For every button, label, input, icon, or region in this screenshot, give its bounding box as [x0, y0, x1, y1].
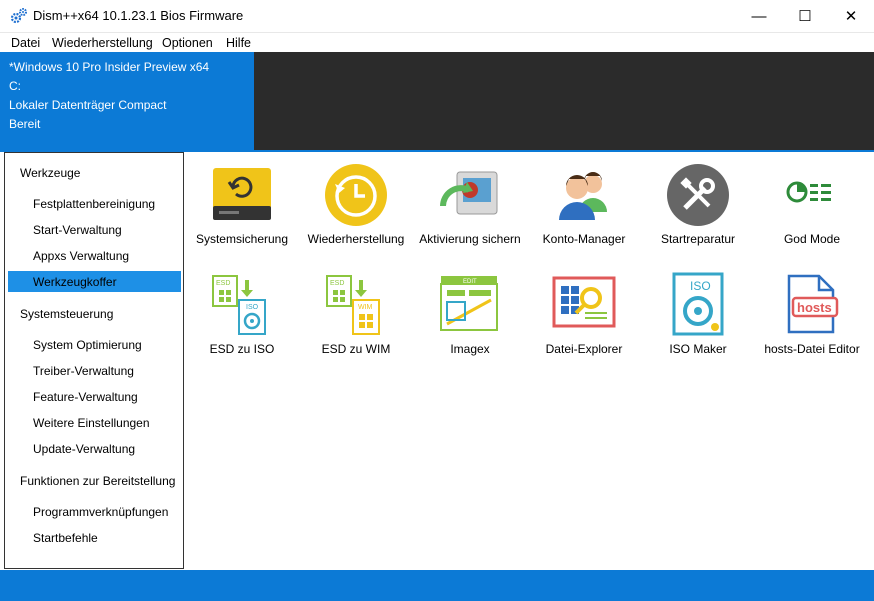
- image-list-area: [254, 52, 874, 150]
- svg-text:ESD: ESD: [330, 280, 344, 287]
- tool-label: ESD zu WIM: [321, 342, 391, 356]
- restore-clock-icon: [325, 164, 387, 226]
- tool-datei-explorer[interactable]: Datei-Explorer: [525, 268, 643, 368]
- svg-text:ISO: ISO: [246, 304, 259, 311]
- tool-systemsicherung[interactable]: Systemsicherung: [183, 158, 301, 258]
- sidebar-item-update-verwaltung[interactable]: Update-Verwaltung: [33, 442, 135, 456]
- tool-label: ISO Maker: [669, 342, 727, 356]
- tool-label: ESD zu ISO: [209, 342, 275, 356]
- tool-label: hosts-Datei Editor: [764, 342, 860, 356]
- title-bar: Dism++x64 10.1.23.1 Bios Firmware — ☐ ✕: [0, 0, 874, 32]
- sidebar: Werkzeuge Festplattenbereinigung Start-V…: [4, 152, 184, 569]
- tool-startreparatur[interactable]: Startreparatur: [639, 158, 757, 258]
- menu-hilfe[interactable]: Hilfe: [226, 36, 251, 50]
- app-gears-icon: [10, 8, 27, 24]
- tool-esd-zu-iso[interactable]: ESD ISO ESD zu ISO: [183, 268, 301, 368]
- tool-label: Konto-Manager: [542, 232, 626, 246]
- close-button[interactable]: ✕: [828, 0, 874, 32]
- tool-label: Systemsicherung: [195, 232, 289, 246]
- menu-datei[interactable]: Datei: [11, 36, 40, 50]
- sidebar-item-weitere-einstellungen[interactable]: Weitere Einstellungen: [33, 416, 150, 430]
- tool-hosts-editor[interactable]: hosts hosts-Datei Editor: [753, 268, 871, 368]
- sidebar-item-system-optimierung[interactable]: System Optimierung: [33, 338, 142, 352]
- section-werkzeuge: Werkzeuge: [20, 166, 81, 180]
- tool-label: Datei-Explorer: [545, 342, 623, 356]
- tool-label: Imagex: [450, 342, 490, 356]
- tool-label: God Mode: [783, 232, 841, 246]
- status-bar: [0, 570, 874, 601]
- sidebar-item-festplattenbereinigung[interactable]: Festplattenbereinigung: [33, 197, 155, 211]
- repair-tools-icon: [667, 164, 729, 226]
- svg-text:ESD: ESD: [216, 280, 230, 287]
- backup-drive-icon: [213, 168, 271, 220]
- iso-maker-icon: ISO: [672, 272, 724, 336]
- god-mode-icon: [786, 181, 831, 203]
- tool-esd-zu-wim[interactable]: ESD WIM ESD zu WIM: [297, 268, 415, 368]
- svg-text:ISO: ISO: [690, 279, 711, 293]
- tool-label: Wiederherstellung: [307, 232, 405, 246]
- window-title: Dism++x64 10.1.23.1 Bios Firmware: [33, 8, 244, 23]
- maximize-button[interactable]: ☐: [782, 0, 828, 32]
- section-bereitstellung: Funktionen zur Bereitstellung: [20, 474, 176, 488]
- svg-text:WIM: WIM: [358, 304, 373, 311]
- tool-konto-manager[interactable]: Konto-Manager: [525, 158, 643, 258]
- section-systemsteuerung: Systemsteuerung: [20, 307, 114, 321]
- users-icon: [559, 172, 607, 220]
- activation-backup-icon: [440, 171, 498, 215]
- esd-to-wim-icon: ESD WIM: [326, 275, 380, 335]
- sidebar-item-start-verwaltung[interactable]: Start-Verwaltung: [33, 223, 122, 237]
- image-status-panel[interactable]: *Windows 10 Pro Insider Preview x64 C: L…: [0, 52, 254, 150]
- status-text: Bereit: [9, 117, 41, 131]
- tools-grid: Systemsicherung Wiederherstellung Aktivi…: [186, 152, 874, 570]
- tool-label: Aktivierung sichern: [419, 232, 521, 246]
- os-name: *Windows 10 Pro Insider Preview x64: [9, 60, 210, 74]
- sidebar-item-startbefehle[interactable]: Startbefehle: [33, 531, 98, 545]
- tool-imagex[interactable]: EDIT Imagex: [411, 268, 529, 368]
- esd-to-iso-icon: ESD ISO: [212, 275, 266, 335]
- sidebar-item-appxs-verwaltung[interactable]: Appxs Verwaltung: [33, 249, 129, 263]
- sidebar-item-werkzeugkoffer[interactable]: Werkzeugkoffer: [33, 275, 117, 289]
- svg-text:hosts: hosts: [797, 300, 832, 315]
- sidebar-item-treiber-verwaltung[interactable]: Treiber-Verwaltung: [33, 364, 134, 378]
- menu-wiederherstellung[interactable]: Wiederherstellung: [52, 36, 153, 50]
- tool-wiederherstellung[interactable]: Wiederherstellung: [297, 158, 415, 258]
- tool-god-mode[interactable]: God Mode: [753, 158, 871, 258]
- menu-bar: Datei Wiederherstellung Optionen Hilfe: [0, 32, 874, 53]
- volume-name: Lokaler Datenträger Compact: [9, 98, 167, 112]
- sidebar-item-programmverknuepfungen[interactable]: Programmverknüpfungen: [33, 505, 168, 519]
- tool-iso-maker[interactable]: ISO ISO Maker: [639, 268, 757, 368]
- hosts-editor-icon: hosts: [787, 274, 839, 334]
- drive-letter: C:: [9, 79, 21, 93]
- file-explorer-icon: [552, 276, 616, 328]
- imagex-icon: EDIT: [440, 276, 498, 331]
- tool-label: Startreparatur: [660, 232, 736, 246]
- tool-aktivierung-sichern[interactable]: Aktivierung sichern: [411, 158, 529, 258]
- menu-optionen[interactable]: Optionen: [162, 36, 213, 50]
- sidebar-item-feature-verwaltung[interactable]: Feature-Verwaltung: [33, 390, 138, 404]
- minimize-button[interactable]: —: [736, 0, 782, 32]
